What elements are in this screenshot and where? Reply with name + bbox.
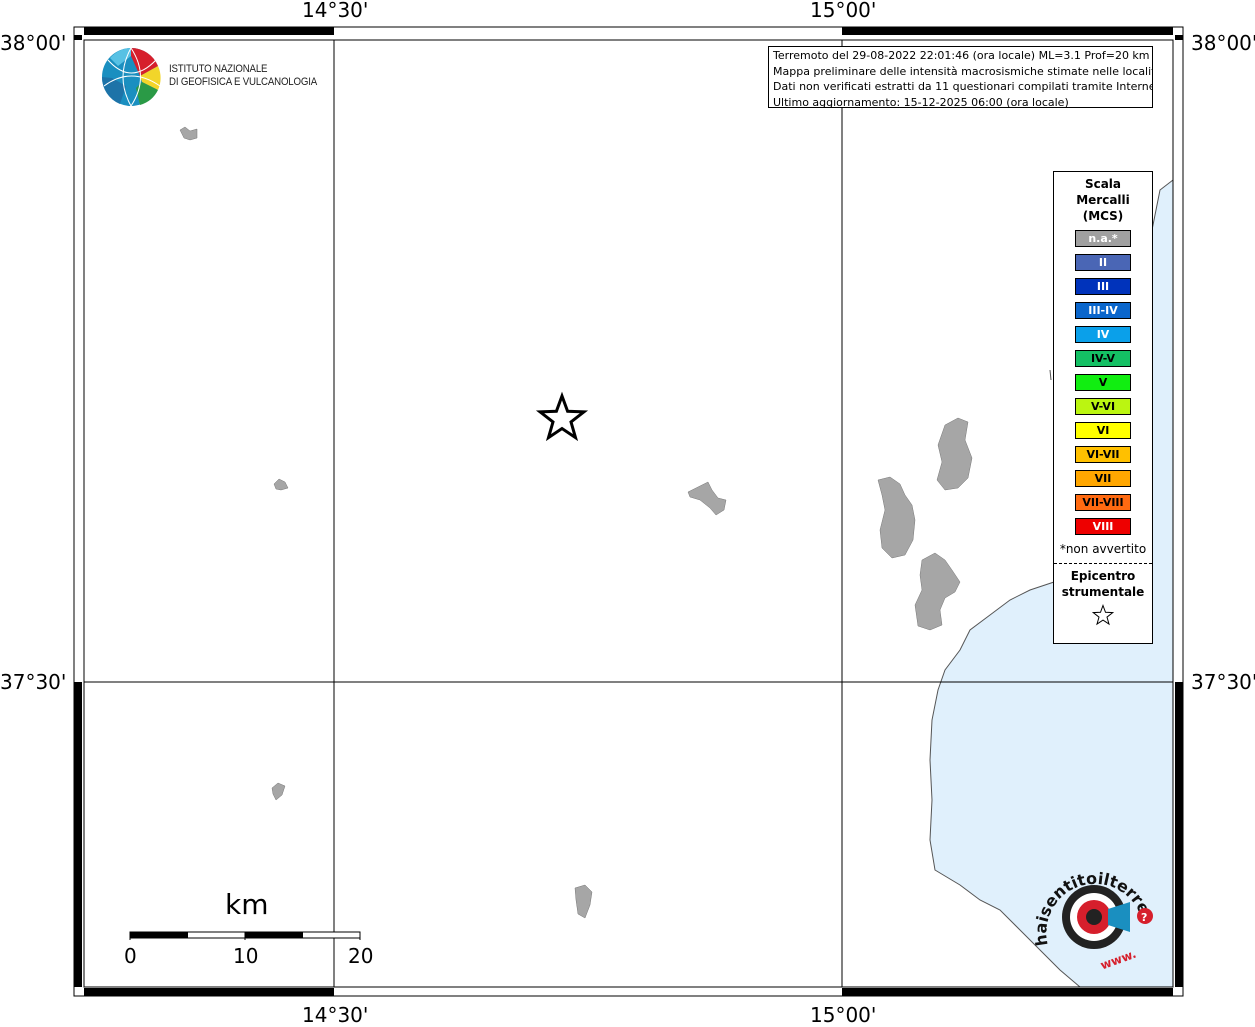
frame-bar xyxy=(84,988,334,996)
legend-item: VII xyxy=(1075,470,1131,487)
frame-bar xyxy=(74,682,82,987)
ingv-globe-icon xyxy=(101,47,161,107)
event-info-line4: Ultimo aggiornamento: 15-12-2025 06:00 (… xyxy=(773,95,1069,108)
legend-epicenter-line1: Epicentro xyxy=(1070,569,1136,583)
legend-item: VI xyxy=(1075,422,1131,439)
frame-bar xyxy=(1175,35,1183,40)
frame-bar xyxy=(842,27,1173,35)
ingv-name: ISTITUTO NAZIONALE DI GEOFISICA E VULCAN… xyxy=(169,63,317,89)
frame-bar xyxy=(842,988,1173,996)
svg-text:?: ? xyxy=(1141,911,1147,924)
badge-www: www. xyxy=(1098,947,1138,970)
legend-epicenter-line2: strumentale xyxy=(1061,585,1145,599)
lon-tick-bottom-1430: 14°30' xyxy=(302,1003,369,1027)
mcs-legend: Scala Mercalli (MCS) n.a.* II III III-IV IV I… xyxy=(1053,171,1153,644)
legend-item: VII-VIII xyxy=(1075,494,1131,511)
legend-item: II xyxy=(1075,254,1131,271)
legend-epicenter-label: Epicentro strumentale xyxy=(1054,568,1152,600)
legend-note: *non avvertito xyxy=(1059,542,1147,556)
lat-tick-right-3730: 37°30' xyxy=(1191,670,1255,694)
scale-label-10: 10 xyxy=(233,944,259,968)
legend-item: III-IV xyxy=(1075,302,1131,319)
legend-items: n.a.* II III III-IV IV IV-V V V-VI VI VI-VII VII VI… xyxy=(1054,230,1152,535)
legend-separator xyxy=(1054,563,1152,564)
legend-item: V-VI xyxy=(1075,398,1131,415)
lon-tick-top-1430: 14°30' xyxy=(302,0,369,22)
legend-item: III xyxy=(1075,278,1131,295)
scale-unit: km xyxy=(225,888,269,921)
frame-bar xyxy=(1175,682,1183,987)
frame-bar xyxy=(74,35,82,40)
legend-title-line1: Scala xyxy=(1084,177,1122,191)
legend-item: IV-V xyxy=(1075,350,1131,367)
lat-tick-right-3800: 38°00' xyxy=(1191,31,1255,55)
legend-star-icon xyxy=(1091,604,1115,626)
lon-tick-bottom-1500: 15°00' xyxy=(810,1003,877,1027)
legend-item: n.a.* xyxy=(1075,230,1131,247)
legend-title-line2: Mercalli xyxy=(1076,193,1130,207)
ingv-logo: ISTITUTO NAZIONALE DI GEOFISICA E VULCAN… xyxy=(100,46,317,110)
ingv-name-line2: DI GEOFISICA E VULCANOLOGIA xyxy=(169,76,318,88)
legend-title: Scala Mercalli (MCS) xyxy=(1054,176,1152,224)
event-info-line3: Dati non verificati estratti da 11 quest… xyxy=(773,80,1153,93)
event-info-box: Terremoto del 29-08-2022 22:01:46 (ora l… xyxy=(768,46,1153,108)
ingv-name-line1: ISTITUTO NAZIONALE xyxy=(169,63,268,75)
legend-star xyxy=(1054,604,1152,630)
lon-tick-top-1500: 15°00' xyxy=(810,0,877,22)
event-info-line1: Terremoto del 29-08-2022 22:01:46 (ora l… xyxy=(773,49,1150,62)
scale-bar: km 0 10 20 xyxy=(120,886,390,976)
frame-bar xyxy=(84,27,334,35)
lat-tick-left-3730: 37°30' xyxy=(0,670,67,694)
legend-item: IV xyxy=(1075,326,1131,343)
legend-item: VI-VII xyxy=(1075,446,1131,463)
haisentito-logo: haisentitoilterremoto.it ? www. xyxy=(1022,845,1170,972)
scale-label-0: 0 xyxy=(124,944,137,968)
legend-item: VIII xyxy=(1075,518,1131,535)
lat-tick-left-3800: 38°00' xyxy=(0,31,67,55)
event-info-line2: Mappa preliminare delle intensità macros… xyxy=(773,64,1153,78)
legend-item: V xyxy=(1075,374,1131,391)
scale-label-20: 20 xyxy=(348,944,374,968)
legend-title-line3: (MCS) xyxy=(1082,209,1124,223)
haisentito-badge-icon: haisentitoilterremoto.it ? www. xyxy=(1022,845,1154,972)
